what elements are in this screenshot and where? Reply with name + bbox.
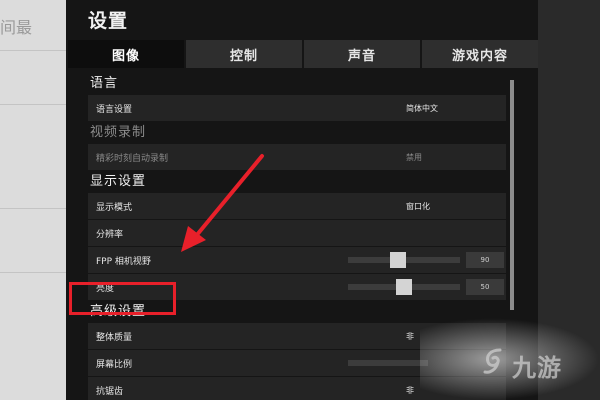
section-title-language: 语言: [90, 76, 119, 91]
language-dropdown-value[interactable]: 简体中文: [406, 103, 438, 114]
tab-gameplay[interactable]: 游戏内容: [422, 40, 538, 68]
watermark-text: 九游: [512, 354, 562, 382]
section-title-video: 视频录制: [90, 125, 147, 140]
window-title: 设置: [88, 10, 129, 32]
tab-sound[interactable]: 声音: [304, 40, 420, 68]
screen-scale-slider-track[interactable]: [348, 360, 428, 366]
tab-graphics[interactable]: 图像: [68, 40, 184, 68]
fov-value-box[interactable]: 90: [466, 252, 504, 268]
tab-controls[interactable]: 控制: [186, 40, 302, 68]
setting-label: 屏幕比例: [96, 359, 133, 370]
setting-label: 显示模式: [96, 202, 133, 213]
background-divider: [0, 50, 66, 51]
fov-slider-thumb[interactable]: [390, 252, 407, 268]
section-title-display: 显示设置: [90, 174, 147, 189]
highlight-record-value: 禁用: [406, 152, 422, 162]
background-page: 间最: [0, 0, 66, 400]
background-text: 间最: [0, 18, 33, 37]
watermark: 九游: [420, 318, 600, 400]
background-divider: [0, 104, 66, 105]
setting-label: 整体质量: [96, 332, 133, 343]
setting-row-resolution[interactable]: 分辨率: [88, 220, 506, 246]
setting-row-brightness[interactable]: 亮度 50: [88, 274, 506, 300]
display-mode-dropdown-value[interactable]: 窗口化: [406, 201, 430, 212]
jiuyou-logo-icon: [483, 348, 502, 374]
overall-quality-dropdown-value[interactable]: 非: [406, 331, 414, 342]
setting-row-display-mode[interactable]: 显示模式 窗口化: [88, 193, 506, 219]
watermark-glow: [420, 318, 600, 400]
setting-label: FPP 相机视野: [96, 256, 151, 267]
setting-label: 分辨率: [96, 229, 124, 240]
setting-row-language[interactable]: 语言设置 简体中文: [88, 95, 506, 121]
setting-row-fpp-fov[interactable]: FPP 相机视野 90: [88, 247, 506, 273]
background-divider: [0, 208, 66, 209]
setting-label: 精彩时刻自动录制: [96, 153, 169, 164]
brightness-slider-thumb[interactable]: [396, 279, 412, 295]
tab-bar: 图像 控制 声音 游戏内容: [68, 40, 538, 68]
setting-label: 抗锯齿: [96, 386, 124, 397]
background-divider: [0, 272, 66, 273]
setting-label: 语言设置: [96, 104, 133, 115]
scrollbar[interactable]: [510, 80, 514, 310]
setting-label: 亮度: [96, 283, 115, 294]
setting-row-highlight-record: 精彩时刻自动录制 禁用: [88, 144, 506, 170]
brightness-value-box[interactable]: 50: [466, 279, 504, 295]
anti-aliasing-dropdown-value[interactable]: 非: [406, 385, 414, 396]
